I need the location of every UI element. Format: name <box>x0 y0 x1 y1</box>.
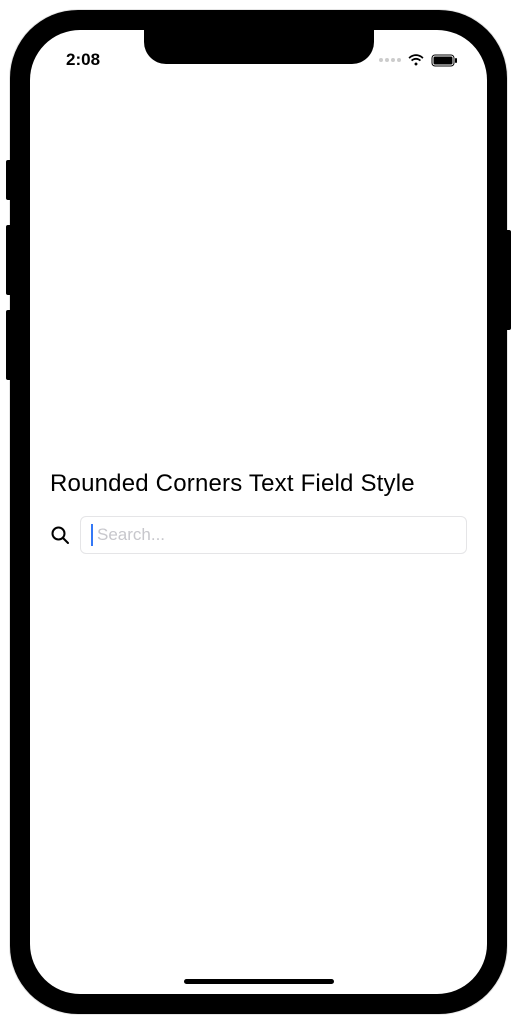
search-row <box>50 516 467 554</box>
phone-screen: 2:08 <box>30 30 487 994</box>
text-cursor <box>91 524 93 546</box>
signal-strength-icon <box>379 58 401 62</box>
search-icon <box>50 525 70 545</box>
mute-switch <box>6 160 10 200</box>
status-time: 2:08 <box>66 50 100 70</box>
phone-notch <box>144 30 374 64</box>
main-content: Rounded Corners Text Field Style <box>30 30 487 994</box>
page-title: Rounded Corners Text Field Style <box>50 470 467 498</box>
search-field-container[interactable] <box>80 516 467 554</box>
home-indicator[interactable] <box>184 979 334 984</box>
search-input[interactable] <box>97 525 456 545</box>
battery-icon <box>431 54 459 67</box>
volume-up-button <box>6 225 10 295</box>
wifi-icon <box>407 54 425 67</box>
volume-down-button <box>6 310 10 380</box>
power-button <box>507 230 511 330</box>
phone-device-frame: 2:08 <box>10 10 507 1014</box>
status-icons <box>379 54 459 67</box>
